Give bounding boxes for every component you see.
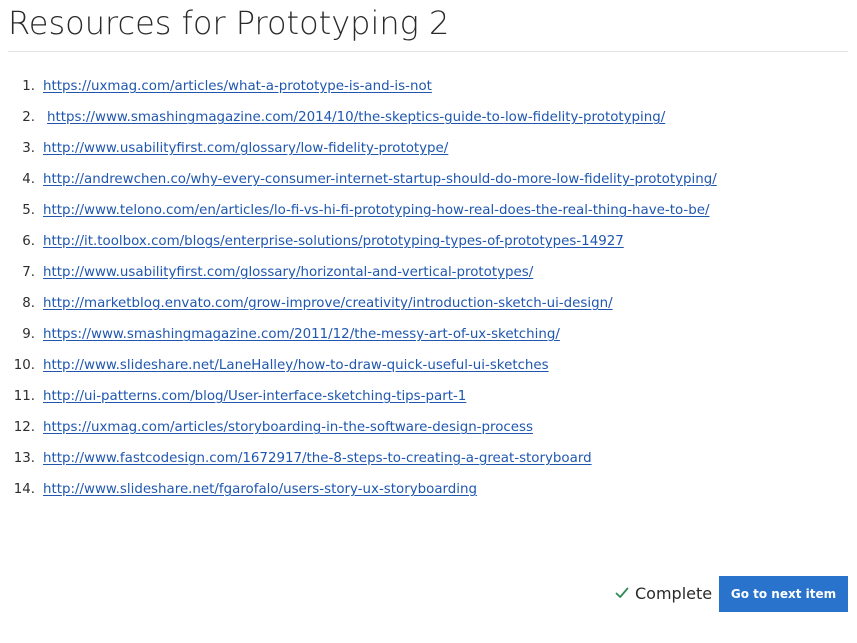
list-item-number: 6. <box>22 234 35 249</box>
complete-label: Complete <box>635 583 713 603</box>
go-to-next-item-button[interactable]: Go to next item <box>719 576 848 612</box>
resource-link[interactable]: http://www.slideshare.net/fgarofalo/user… <box>43 474 477 505</box>
list-item-number: 11. <box>13 389 35 404</box>
complete-status: Complete <box>615 578 712 608</box>
title-divider <box>8 51 848 52</box>
resource-link[interactable]: https://www.smashingmagazine.com/2014/10… <box>47 102 665 133</box>
page-title: Resources for Prototyping 2 <box>8 4 450 42</box>
resource-link[interactable]: http://www.fastcodesign.com/1672917/the-… <box>43 443 592 474</box>
list-item-number: 13. <box>13 451 35 466</box>
list-item-number: 14. <box>13 482 35 497</box>
check-icon <box>615 587 629 598</box>
resource-link[interactable]: http://it.toolbox.com/blogs/enterprise-s… <box>43 226 624 257</box>
resource-link[interactable]: http://ui-patterns.com/blog/User-interfa… <box>43 381 466 412</box>
list-item-number: 2. <box>22 110 35 125</box>
list-item-number: 5. <box>22 203 35 218</box>
resource-link[interactable]: https://www.smashingmagazine.com/2011/12… <box>43 319 560 350</box>
resource-link[interactable]: http://www.usabilityfirst.com/glossary/h… <box>43 257 533 288</box>
list-item-number: 7. <box>22 265 35 280</box>
resource-link[interactable]: http://andrewchen.co/why-every-consumer-… <box>43 164 717 195</box>
resource-link[interactable]: https://uxmag.com/articles/storyboarding… <box>43 412 533 443</box>
resource-link[interactable]: http://www.telono.com/en/articles/lo-fi-… <box>43 195 710 226</box>
list-item-number: 9. <box>22 327 35 342</box>
list-item-number: 8. <box>22 296 35 311</box>
list-item-number: 10. <box>13 358 35 373</box>
list-item-number: 12. <box>13 420 35 435</box>
resource-link[interactable]: https://uxmag.com/articles/what-a-protot… <box>43 71 432 102</box>
resource-link[interactable]: http://marketblog.envato.com/grow-improv… <box>43 288 613 319</box>
resource-link[interactable]: http://www.slideshare.net/LaneHalley/how… <box>43 350 549 381</box>
list-item-number: 1. <box>22 79 35 94</box>
list-item-number: 4. <box>22 172 35 187</box>
list-item-number: 3. <box>22 141 35 156</box>
resource-link[interactable]: http://www.usabilityfirst.com/glossary/l… <box>43 133 448 164</box>
